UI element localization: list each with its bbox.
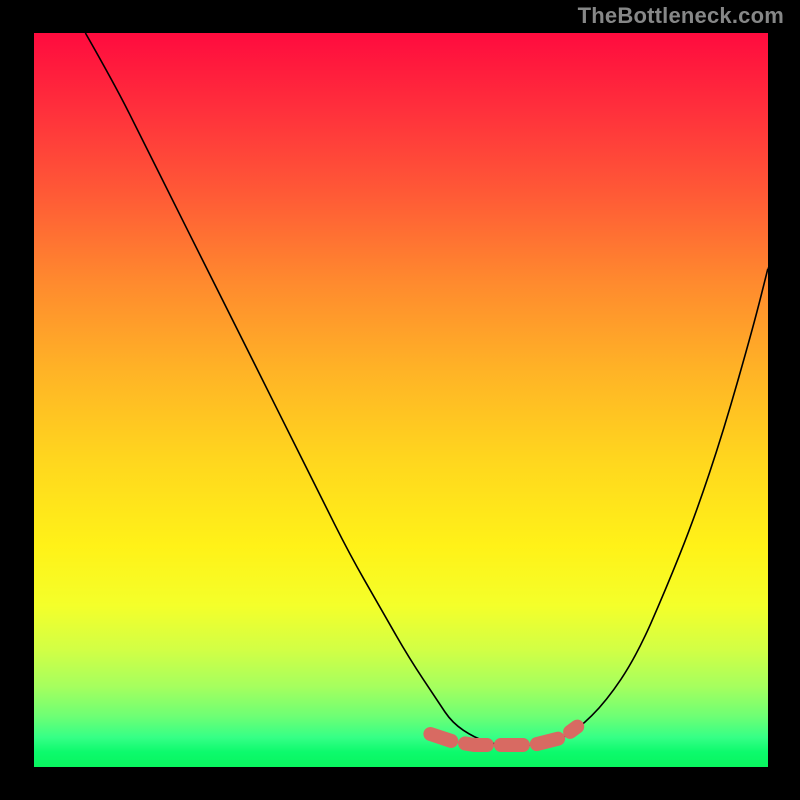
attribution-label: TheBottleneck.com <box>578 3 784 29</box>
chart-stage: TheBottleneck.com <box>0 0 800 800</box>
plot-svg <box>34 33 768 767</box>
bottleneck-curve <box>85 33 768 745</box>
dashed-bottom-marker <box>430 727 577 745</box>
plot-area <box>34 33 768 767</box>
